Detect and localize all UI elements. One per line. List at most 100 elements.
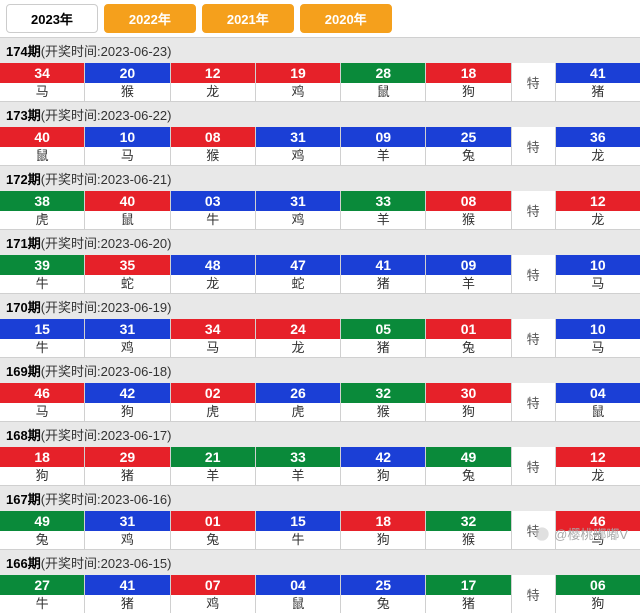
ball-zodiac: 狗 — [462, 83, 475, 101]
ball-number: 18 — [341, 511, 425, 531]
issue-172: 172期(开奖时间:2023-06-21)38虎40鼠03牛31鸡33羊08猴特… — [0, 165, 640, 229]
issue-169: 169期(开奖时间:2023-06-18)46马42狗02虎26虎32猴30狗特… — [0, 357, 640, 421]
ball-number: 20 — [85, 63, 169, 83]
ball-number: 41 — [85, 575, 169, 595]
ball-cell: 29猪 — [85, 447, 170, 485]
ball-cell: 47蛇 — [256, 255, 341, 293]
ball-zodiac: 羊 — [377, 147, 390, 165]
ball-cell: 15牛 — [256, 511, 341, 549]
ball-cell: 18狗 — [0, 447, 85, 485]
ball-number: 40 — [85, 191, 169, 211]
ball-zodiac: 猴 — [462, 211, 475, 229]
ball-zodiac: 鸡 — [121, 531, 134, 549]
special-ball-cell: 36龙 — [556, 127, 640, 165]
ball-number: 19 — [256, 63, 340, 83]
ball-cell: 21羊 — [171, 447, 256, 485]
ball-number: 25 — [426, 127, 510, 147]
ball-cell: 34马 — [171, 319, 256, 357]
ball-zodiac: 狗 — [462, 403, 475, 421]
special-label-cell: 特 — [512, 319, 556, 357]
ball-zodiac: 猪 — [462, 595, 475, 613]
ball-cell: 40鼠 — [85, 191, 170, 229]
special-number: 12 — [556, 447, 640, 467]
ball-number: 15 — [0, 319, 84, 339]
ball-number: 35 — [85, 255, 169, 275]
ball-number: 09 — [426, 255, 510, 275]
ball-number: 40 — [0, 127, 84, 147]
ball-zodiac: 牛 — [291, 531, 304, 549]
special-ball-cell: 10马 — [556, 255, 640, 293]
ball-cell: 41猪 — [85, 575, 170, 613]
ball-number: 48 — [171, 255, 255, 275]
ball-number: 01 — [171, 511, 255, 531]
ball-cell: 19鸡 — [256, 63, 341, 101]
ball-cell: 01兔 — [426, 319, 511, 357]
special-label-cell: 特 — [512, 511, 556, 549]
ball-zodiac: 蛇 — [121, 275, 134, 293]
year-tab-2021年[interactable]: 2021年 — [202, 4, 294, 33]
ball-number: 31 — [85, 319, 169, 339]
ball-zodiac: 龙 — [206, 83, 219, 101]
ball-zodiac: 羊 — [291, 467, 304, 485]
ball-zodiac: 猴 — [377, 403, 390, 421]
ball-zodiac: 鸡 — [291, 211, 304, 229]
ball-cell: 02虎 — [171, 383, 256, 421]
ball-number: 05 — [341, 319, 425, 339]
ball-zodiac: 蛇 — [291, 275, 304, 293]
ball-number: 32 — [341, 383, 425, 403]
ball-zodiac: 马 — [121, 147, 134, 165]
balls-row: 49兔31鸡01兔15牛18狗32猴特46马 — [0, 511, 640, 549]
ball-number: 33 — [256, 447, 340, 467]
special-ball-cell: 12龙 — [556, 447, 640, 485]
special-number: 10 — [556, 319, 640, 339]
ball-number: 18 — [426, 63, 510, 83]
ball-cell: 49兔 — [0, 511, 85, 549]
ball-zodiac: 龙 — [206, 275, 219, 293]
ball-zodiac: 狗 — [377, 531, 390, 549]
ball-zodiac: 兔 — [377, 595, 390, 613]
ball-zodiac: 马 — [36, 83, 49, 101]
ball-number: 17 — [426, 575, 510, 595]
ball-cell: 33羊 — [256, 447, 341, 485]
ball-zodiac: 狗 — [36, 467, 49, 485]
ball-number: 33 — [341, 191, 425, 211]
ball-cell: 05猪 — [341, 319, 426, 357]
ball-zodiac: 兔 — [206, 531, 219, 549]
ball-cell: 20猴 — [85, 63, 170, 101]
ball-zodiac: 羊 — [206, 467, 219, 485]
issue-167: 167期(开奖时间:2023-06-16)49兔31鸡01兔15牛18狗32猴特… — [0, 485, 640, 549]
special-zodiac: 马 — [591, 275, 604, 293]
special-number: 10 — [556, 255, 640, 275]
ball-cell: 10马 — [85, 127, 170, 165]
ball-zodiac: 羊 — [462, 275, 475, 293]
year-tab-2020年[interactable]: 2020年 — [300, 4, 392, 33]
year-tab-2022年[interactable]: 2022年 — [104, 4, 196, 33]
ball-zodiac: 虎 — [36, 211, 49, 229]
ball-number: 24 — [256, 319, 340, 339]
ball-zodiac: 猪 — [377, 339, 390, 357]
ball-cell: 18狗 — [341, 511, 426, 549]
ball-cell: 31鸡 — [256, 191, 341, 229]
issue-header: 170期(开奖时间:2023-06-19) — [0, 294, 640, 319]
ball-zodiac: 马 — [206, 339, 219, 357]
ball-number: 03 — [171, 191, 255, 211]
issue-header: 168期(开奖时间:2023-06-17) — [0, 422, 640, 447]
ball-cell: 48龙 — [171, 255, 256, 293]
ball-number: 32 — [426, 511, 510, 531]
ball-zodiac: 狗 — [377, 467, 390, 485]
ball-cell: 32猴 — [426, 511, 511, 549]
issue-header: 167期(开奖时间:2023-06-16) — [0, 486, 640, 511]
issue-header: 171期(开奖时间:2023-06-20) — [0, 230, 640, 255]
special-ball-cell: 06狗 — [556, 575, 640, 613]
year-tab-2023年[interactable]: 2023年 — [6, 4, 98, 33]
balls-row: 34马20猴12龙19鸡28鼠18狗特41猪 — [0, 63, 640, 101]
ball-number: 30 — [426, 383, 510, 403]
ball-number: 38 — [0, 191, 84, 211]
special-number: 04 — [556, 383, 640, 403]
ball-number: 31 — [256, 191, 340, 211]
ball-zodiac: 猴 — [121, 83, 134, 101]
results-list: 174期(开奖时间:2023-06-23)34马20猴12龙19鸡28鼠18狗特… — [0, 37, 640, 613]
ball-cell: 31鸡 — [85, 319, 170, 357]
ball-cell: 40鼠 — [0, 127, 85, 165]
special-label-cell: 特 — [512, 127, 556, 165]
